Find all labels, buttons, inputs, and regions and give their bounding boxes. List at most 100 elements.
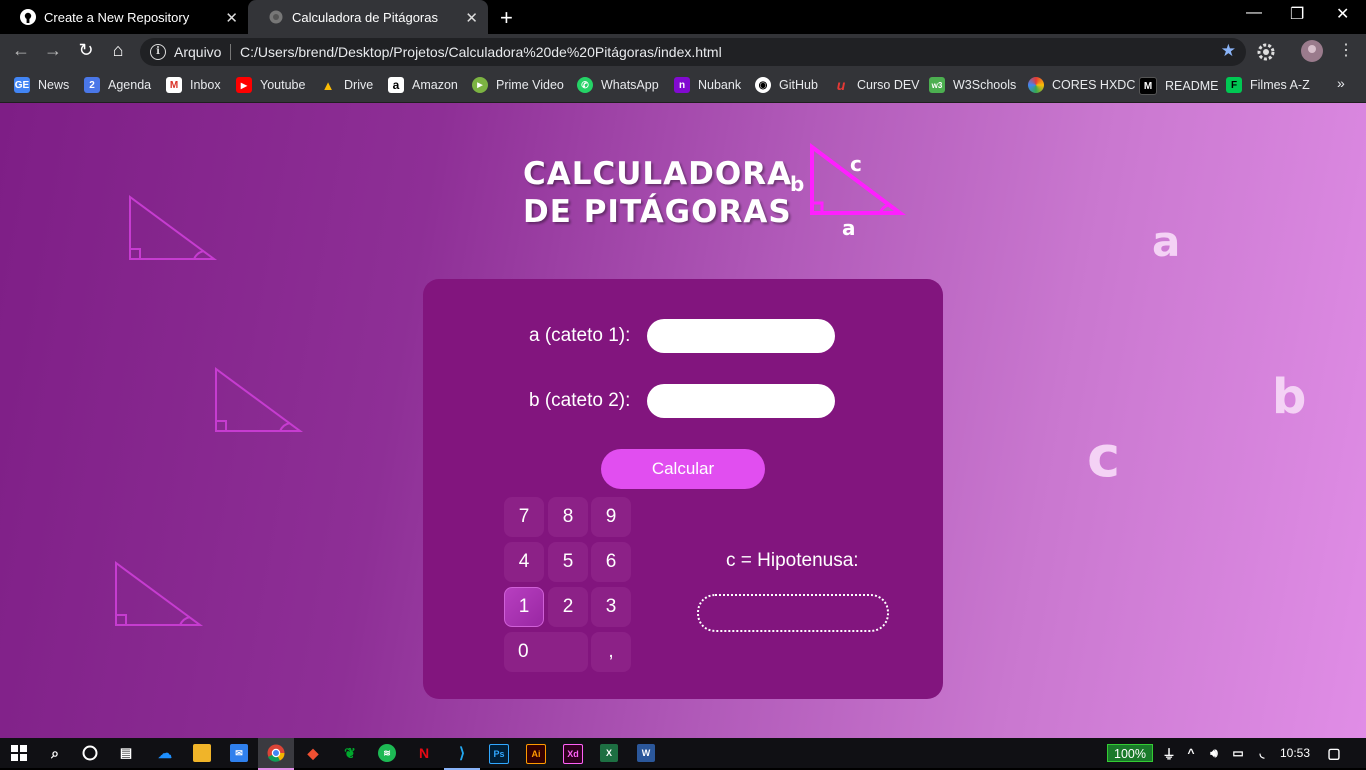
key-3[interactable]: 3 xyxy=(591,587,631,627)
youtube-icon: ▶ xyxy=(236,77,252,93)
reload-icon[interactable]: ↻ xyxy=(75,40,97,61)
cateto-b-input[interactable] xyxy=(647,384,835,418)
windows-taskbar: ⌕ ▤ ☁ ✉ ◆ ❦ ≋ N ⟩ Ps Ai Xd X W 100% ⏚ ^ … xyxy=(0,738,1366,770)
bookmark-github[interactable]: ◉ GitHub xyxy=(755,77,818,93)
url-text[interactable]: C:/Users/brend/Desktop/Projetos/Calculad… xyxy=(240,44,722,60)
bookmark-inbox[interactable]: M Inbox xyxy=(166,77,221,93)
forward-icon[interactable]: → xyxy=(42,40,64,61)
address-separator xyxy=(230,44,231,60)
menu-icon[interactable]: ⋮ xyxy=(1338,40,1354,60)
back-icon[interactable]: ← xyxy=(10,40,32,61)
file-explorer-icon[interactable] xyxy=(193,744,211,762)
key-7[interactable]: 7 xyxy=(504,497,544,537)
search-icon[interactable]: ⌕ xyxy=(46,744,64,762)
mail-icon[interactable]: ✉ xyxy=(230,744,248,762)
bookmark-label: GitHub xyxy=(779,78,818,92)
bookmark-label: W3Schools xyxy=(953,78,1017,92)
netflix-icon[interactable]: N xyxy=(415,744,433,762)
bookmark-amazon[interactable]: a Amazon xyxy=(388,77,458,93)
spotify-icon[interactable]: ≋ xyxy=(378,744,396,762)
profile-avatar[interactable] xyxy=(1301,40,1323,67)
tab-calculadora[interactable]: Calculadora de Pitágoras ✕ xyxy=(248,0,488,34)
battery-icon[interactable]: ▭ xyxy=(1229,744,1247,762)
page-title: CALCULADORA DE PITÁGORAS xyxy=(523,155,792,231)
calcular-button[interactable]: Calcular xyxy=(601,449,765,489)
vscode-taskbar[interactable]: ⟩ xyxy=(444,738,480,770)
bookmarks-bar: GE News 2 Agenda M Inbox ▶ Youtube ▲ Dri… xyxy=(0,70,1366,103)
bookmark-label: Youtube xyxy=(260,78,306,92)
key-6[interactable]: 6 xyxy=(591,542,631,582)
result-label: c = Hipotenusa: xyxy=(726,550,859,571)
label-cateto-b: b (cateto 2): xyxy=(529,390,631,411)
minimize-icon[interactable]: — xyxy=(1246,4,1262,22)
tab-create-repository[interactable]: Create a New Repository ✕ xyxy=(0,0,248,34)
git-icon[interactable]: ◆ xyxy=(304,744,322,762)
illustrator-icon[interactable]: Ai xyxy=(526,744,546,764)
bookmark-curso-dev[interactable]: u Curso DEV xyxy=(833,77,920,93)
bookmark-drive[interactable]: ▲ Drive xyxy=(320,77,374,93)
key-2[interactable]: 2 xyxy=(548,587,588,627)
evernote-icon[interactable]: ❦ xyxy=(341,744,359,762)
bookmark-label: Curso DEV xyxy=(857,78,920,92)
bookmark-nubank[interactable]: n Nubank xyxy=(674,77,741,93)
key-5[interactable]: 5 xyxy=(548,542,588,582)
extension-gear-icon[interactable] xyxy=(1257,43,1275,66)
logo-label-c: c xyxy=(850,152,862,176)
onedrive-icon[interactable]: ☁ xyxy=(156,744,174,762)
battery-indicator[interactable]: 100% xyxy=(1107,744,1153,762)
photoshop-icon[interactable]: Ps xyxy=(489,744,509,764)
chevron-up-icon[interactable]: ^ xyxy=(1182,744,1200,762)
close-icon[interactable]: ✕ xyxy=(465,9,478,27)
wifi-icon[interactable]: ◟ xyxy=(1253,744,1271,762)
info-icon[interactable]: i xyxy=(150,44,166,60)
bookmark-filmes[interactable]: F Filmes A-Z xyxy=(1226,77,1310,93)
chrome-icon xyxy=(267,744,285,762)
floating-letter-a: a xyxy=(1152,217,1181,266)
amazon-icon: a xyxy=(388,77,404,93)
new-tab-icon[interactable]: + xyxy=(500,5,513,31)
bookmark-youtube[interactable]: ▶ Youtube xyxy=(236,77,305,93)
nubank-icon: n xyxy=(674,77,690,93)
address-bar[interactable]: i Arquivo C:/Users/brend/Desktop/Projeto… xyxy=(140,38,1246,66)
bookmark-cores-hxdc[interactable]: CORES HXDC xyxy=(1028,77,1135,93)
more-bookmarks-icon[interactable]: » xyxy=(1337,75,1345,91)
bookmark-w3schools[interactable]: w3 W3Schools xyxy=(929,77,1016,93)
key-4[interactable]: 4 xyxy=(504,542,544,582)
task-view-icon[interactable]: ▤ xyxy=(117,744,135,762)
bookmark-star-icon[interactable]: ★ xyxy=(1221,41,1236,61)
cateto-a-input[interactable] xyxy=(647,319,835,353)
bookmark-agenda[interactable]: 2 Agenda xyxy=(84,77,151,93)
bookmark-whatsapp[interactable]: ✆ WhatsApp xyxy=(577,77,659,93)
bookmark-news[interactable]: GE News xyxy=(14,77,69,93)
globe-icon xyxy=(268,9,284,25)
key-1[interactable]: 1 xyxy=(504,587,544,627)
triangle-decoration-icon xyxy=(215,367,304,432)
close-window-icon[interactable]: ✕ xyxy=(1336,4,1349,24)
bookmark-prime-video[interactable]: ▶ Prime Video xyxy=(472,77,564,93)
volume-icon[interactable]: 🔊︎ xyxy=(1205,744,1223,762)
notifications-icon[interactable]: ▢ xyxy=(1325,744,1343,762)
clock-time[interactable]: 10:53 xyxy=(1280,746,1310,760)
bookmark-label: CORES HXDC xyxy=(1052,78,1136,92)
bookmark-readme[interactable]: M README xyxy=(1139,77,1218,95)
triangle-decoration-icon xyxy=(129,195,218,260)
bookmark-label: News xyxy=(38,78,70,92)
key-comma[interactable]: , xyxy=(591,632,631,672)
windows-start-icon[interactable] xyxy=(10,744,28,762)
cortana-icon[interactable] xyxy=(81,744,99,762)
chrome-taskbar-active[interactable] xyxy=(258,738,294,770)
close-icon[interactable]: ✕ xyxy=(225,9,238,27)
medium-icon: M xyxy=(1139,77,1157,95)
key-9[interactable]: 9 xyxy=(591,497,631,537)
title-line-2: DE PITÁGORAS xyxy=(523,194,792,230)
logo-label-b: b xyxy=(790,172,804,196)
xd-icon[interactable]: Xd xyxy=(563,744,583,764)
key-8[interactable]: 8 xyxy=(548,497,588,537)
floating-letter-c: c xyxy=(1087,425,1121,490)
word-icon[interactable]: W xyxy=(637,744,655,762)
restore-icon[interactable]: ❐ xyxy=(1290,4,1304,24)
key-0[interactable]: 0 xyxy=(504,632,588,672)
excel-icon[interactable]: X xyxy=(600,744,618,762)
power-plug-icon[interactable]: ⏚ xyxy=(1160,744,1178,762)
home-icon[interactable]: ⌂ xyxy=(107,40,129,61)
